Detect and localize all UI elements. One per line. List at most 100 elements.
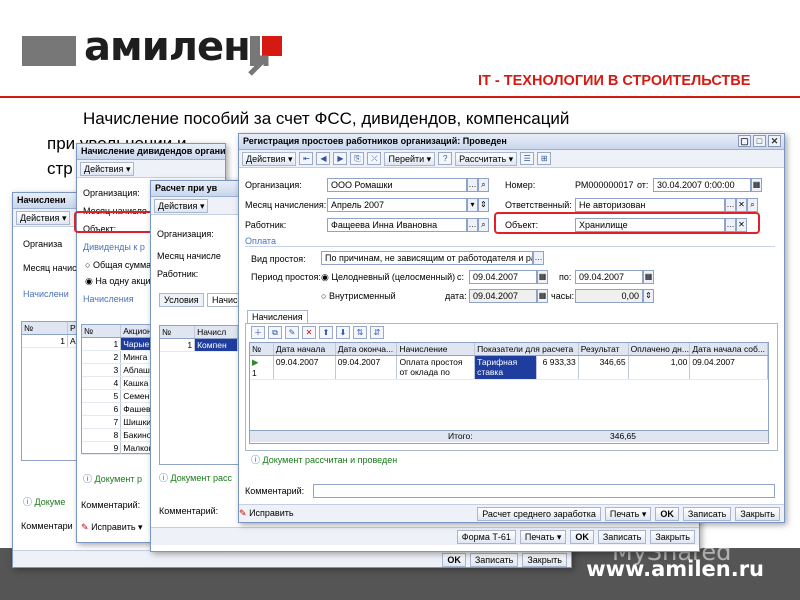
- goto-menu[interactable]: Перейти ▾: [384, 151, 436, 166]
- logo-arrow-icon: [248, 55, 269, 76]
- radio-full-day[interactable]: ◉ Целодневный (целосменный): [321, 272, 455, 283]
- ok-button[interactable]: OK: [570, 529, 594, 544]
- idle-type-select-button[interactable]: …: [533, 251, 544, 265]
- responsible-select-button[interactable]: …: [725, 198, 736, 212]
- month-field[interactable]: Апрель 2007: [327, 198, 467, 212]
- post-icon[interactable]: ⎘: [350, 152, 365, 165]
- intra-date-field[interactable]: 09.04.2007: [469, 289, 537, 303]
- info-text: ⓘ Документ расс: [159, 473, 232, 483]
- delete-row-icon[interactable]: ✕: [302, 326, 316, 339]
- org-open-icon[interactable]: ⌕: [478, 178, 489, 192]
- copy-row-icon[interactable]: ⧉: [268, 326, 282, 339]
- maximize-icon[interactable]: □: [753, 135, 766, 147]
- number-value[interactable]: РМ000000017: [575, 180, 633, 190]
- unpost-icon[interactable]: ⤫: [367, 152, 382, 165]
- fix-button[interactable]: ✎ Исправить ▾: [81, 522, 143, 533]
- org-select-button[interactable]: …: [467, 178, 478, 192]
- from-field[interactable]: 09.04.2007: [469, 270, 537, 284]
- from-calendar-icon[interactable]: ▦: [537, 270, 548, 284]
- date-field[interactable]: 30.04.2007 0:00:00: [653, 178, 751, 192]
- close-button[interactable]: Закрыть: [650, 529, 695, 544]
- idle-type-label: Вид простоя:: [251, 254, 306, 264]
- actions-menu[interactable]: Действия ▾: [242, 151, 297, 166]
- worker-select-button[interactable]: …: [467, 218, 478, 232]
- actions-menu[interactable]: Действия ▾: [80, 161, 135, 176]
- info-text: ⓘ Докуме: [23, 497, 66, 507]
- table-row[interactable]: ▶ 1 09.04.2007 09.04.2007 Оплата простоя …: [250, 356, 769, 380]
- org-field[interactable]: ООО Ромашки: [327, 178, 467, 192]
- intra-date-calendar-icon[interactable]: ▦: [537, 289, 548, 303]
- total-value: 346,65: [610, 431, 636, 441]
- comment-field[interactable]: [313, 484, 775, 498]
- month-dropdown[interactable]: ▾: [467, 198, 478, 212]
- ok-button[interactable]: OK: [655, 506, 679, 521]
- sort-asc-icon[interactable]: ⇅: [353, 326, 367, 339]
- back-icon[interactable]: ⇤: [299, 152, 314, 165]
- highlight-object-win2: [74, 211, 156, 233]
- print-button[interactable]: Печать ▾: [604, 506, 652, 521]
- accruals-grid[interactable]: № Р 1А: [21, 321, 81, 461]
- radio-intra-shift[interactable]: ○ Внутрисменный: [321, 291, 396, 301]
- avg-earnings-button[interactable]: Расчет среднего заработка: [477, 506, 601, 521]
- month-spin[interactable]: ⇕: [478, 198, 489, 212]
- radio-per-share[interactable]: ◉ На одну акцию: [85, 276, 157, 287]
- save-button[interactable]: Записать: [682, 506, 732, 521]
- prev-icon[interactable]: ◀: [316, 152, 331, 165]
- add-row-icon[interactable]: ＋: [251, 326, 265, 339]
- bottom-bar: Форма Т-61 Печать ▾ OK Записать Закрыть: [151, 527, 699, 545]
- sort-desc-icon[interactable]: ⇵: [370, 326, 384, 339]
- structure-icon[interactable]: ⊞: [537, 152, 552, 165]
- help-icon[interactable]: ?: [438, 152, 453, 165]
- section-title: Начислени: [23, 289, 69, 299]
- accruals-grid[interactable]: № Начисл 1 Компен: [159, 325, 239, 465]
- table-row[interactable]: 1А: [22, 335, 80, 348]
- ok-button[interactable]: OK: [442, 552, 466, 567]
- idle-type-field[interactable]: По причинам, не зависящим от работодател…: [321, 251, 533, 265]
- save-button[interactable]: Записать: [469, 552, 519, 567]
- table-row[interactable]: 1 Компен: [160, 339, 238, 352]
- toolbar: Действия ▾ ⇤ ◀ ▶ ⎘ ⤫ Перейти ▾ ? Рассчит…: [239, 150, 784, 168]
- comment-label: Комментарий:: [81, 500, 141, 510]
- worker-field[interactable]: Фащеева Инна Ивановна: [327, 218, 467, 232]
- to-calendar-icon[interactable]: ▦: [643, 270, 654, 284]
- move-up-icon[interactable]: ⬆: [319, 326, 333, 339]
- print-button[interactable]: Печать ▾: [519, 529, 567, 544]
- worker-open-icon[interactable]: ⌕: [478, 218, 489, 232]
- actions-menu[interactable]: Действия ▾: [154, 198, 209, 213]
- close-icon[interactable]: ✕: [768, 135, 781, 147]
- info-text: ⓘ Документ рассчитан и проведен: [251, 455, 398, 465]
- next-icon[interactable]: ▶: [333, 152, 348, 165]
- edit-row-icon[interactable]: ✎: [285, 326, 299, 339]
- hours-label: часы:: [551, 291, 575, 301]
- accruals-grid[interactable]: № Дата начала Дата оконча... Начисление …: [249, 342, 769, 444]
- calendar-icon[interactable]: ▦: [751, 178, 762, 192]
- fix-button[interactable]: ✎ Исправить: [239, 508, 294, 519]
- form-t61-button[interactable]: Форма Т-61: [456, 529, 516, 544]
- payment-section: Оплата: [245, 236, 775, 247]
- save-button[interactable]: Записать: [597, 529, 647, 544]
- menu-icon[interactable]: ▢: [738, 135, 751, 147]
- date-from-label: от:: [637, 180, 649, 190]
- hours-spin[interactable]: ⇕: [643, 289, 654, 303]
- close-button[interactable]: Закрыть: [522, 552, 567, 567]
- responsible-open-icon[interactable]: ⌕: [747, 198, 758, 212]
- slide-title-line1: Начисление пособий за счет ФСС, дивиденд…: [83, 109, 570, 128]
- radio-total[interactable]: ○ Общая сумма: [85, 260, 151, 270]
- org-label: Организа: [23, 239, 63, 249]
- worker-label: Работник:: [245, 220, 287, 230]
- window-idle-registration[interactable]: Регистрация простоев работников организа…: [238, 133, 785, 523]
- tab-accruals[interactable]: Начисления: [247, 310, 308, 323]
- actions-menu[interactable]: Действия ▾: [16, 210, 71, 225]
- to-field[interactable]: 09.04.2007: [575, 270, 643, 284]
- toolbar: Действия ▾: [77, 160, 225, 178]
- list-icon[interactable]: ☰: [520, 152, 535, 165]
- responsible-label: Ответственный:: [505, 200, 572, 210]
- hours-field[interactable]: 0,00: [575, 289, 643, 303]
- responsible-clear-icon[interactable]: ✕: [736, 198, 747, 212]
- close-button[interactable]: Закрыть: [735, 506, 780, 521]
- move-down-icon[interactable]: ⬇: [336, 326, 350, 339]
- tab-conditions[interactable]: Условия: [159, 293, 204, 307]
- responsible-field[interactable]: Не авторизован: [575, 198, 725, 212]
- calculate-menu[interactable]: Рассчитать ▾: [455, 151, 518, 166]
- tagline: IT - ТЕХНОЛОГИИ В СТРОИТЕЛЬСТВЕ: [478, 73, 751, 89]
